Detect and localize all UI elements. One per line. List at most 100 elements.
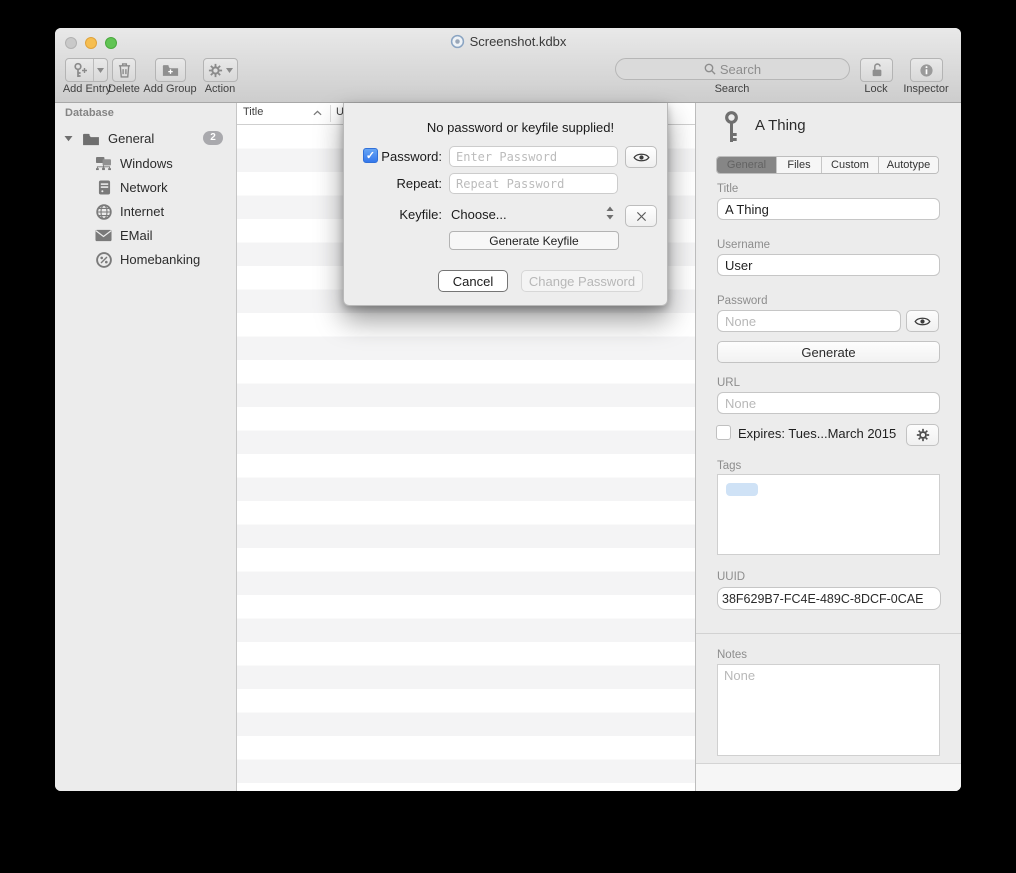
- generate-keyfile-button[interactable]: Generate Keyfile: [449, 231, 619, 250]
- clear-keyfile-button[interactable]: [625, 205, 657, 227]
- search-icon: [704, 63, 716, 75]
- change-password-button[interactable]: Change Password: [521, 270, 643, 292]
- tags-field[interactable]: [717, 474, 940, 555]
- add-entry-button[interactable]: [65, 58, 108, 82]
- action-button[interactable]: [203, 58, 238, 82]
- url-field-label: URL: [717, 377, 740, 389]
- divider: [696, 633, 961, 634]
- lock-label: Lock: [864, 83, 887, 95]
- folder-icon: [82, 132, 100, 146]
- gear-icon: [916, 428, 930, 442]
- eye-icon: [914, 316, 931, 327]
- add-entry-label: Add Entry: [63, 83, 111, 95]
- sidebar-item-label: Internet: [120, 204, 164, 219]
- password-field-label: Password: [717, 295, 768, 307]
- stepper-icon[interactable]: [606, 206, 614, 220]
- delete-label: Delete: [108, 83, 140, 95]
- sidebar-item-internet[interactable]: Internet: [55, 200, 236, 223]
- password-label: Password:: [364, 149, 442, 164]
- tab-custom[interactable]: Custom: [822, 157, 879, 173]
- app-window: Screenshot.kdbx Add Entry Delete Add: [55, 28, 961, 791]
- folder-plus-icon: [162, 63, 179, 77]
- inspector-footer: [696, 763, 961, 791]
- add-group-button[interactable]: [155, 58, 186, 82]
- sidebar-item-label: Homebanking: [120, 252, 200, 267]
- repeat-password-input[interactable]: [449, 173, 618, 194]
- chevron-down-icon: [226, 68, 233, 73]
- percent-icon: [95, 252, 112, 268]
- trash-icon: [118, 62, 131, 78]
- tab-files[interactable]: Files: [777, 157, 822, 173]
- search-label: Search: [715, 83, 750, 95]
- window-chrome: Screenshot.kdbx Add Entry Delete Add: [55, 28, 961, 103]
- title-field-label: Title: [717, 183, 738, 195]
- padlock-icon: [870, 62, 884, 78]
- windows-network-icon: [95, 156, 112, 171]
- url-field[interactable]: [717, 392, 940, 414]
- reveal-password-button[interactable]: [625, 146, 657, 168]
- tag-pill[interactable]: [726, 483, 758, 496]
- disclosure-triangle-icon[interactable]: [64, 135, 73, 142]
- uuid-field[interactable]: [717, 587, 941, 610]
- inspector-tabs: General Files Custom Autotype: [716, 156, 939, 174]
- globe-icon: [95, 204, 112, 220]
- change-password-sheet: No password or keyfile supplied! Passwor…: [343, 103, 668, 306]
- inspector-panel: A Thing General Files Custom Autotype Ti…: [695, 103, 961, 791]
- sidebar-item-email[interactable]: EMail: [55, 224, 236, 247]
- expires-checkbox[interactable]: [716, 425, 731, 440]
- sidebar-item-general[interactable]: General 2: [55, 127, 236, 150]
- tab-autotype[interactable]: Autotype: [879, 157, 938, 173]
- chevron-down-icon[interactable]: [94, 68, 107, 73]
- column-divider[interactable]: [330, 105, 331, 122]
- tab-general[interactable]: General: [717, 157, 777, 173]
- sidebar-item-label: EMail: [120, 228, 153, 243]
- password-field[interactable]: [717, 310, 901, 332]
- enter-password-input[interactable]: [449, 146, 618, 167]
- username-field-label: Username: [717, 239, 770, 251]
- entry-title: A Thing: [755, 117, 806, 134]
- document-icon: [450, 34, 465, 49]
- notes-label: Notes: [717, 649, 747, 661]
- action-label: Action: [205, 83, 236, 95]
- generate-password-button[interactable]: Generate: [717, 341, 940, 363]
- sidebar-item-windows[interactable]: Windows: [55, 152, 236, 175]
- column-header-title[interactable]: Title: [243, 106, 263, 118]
- gear-icon: [208, 63, 223, 78]
- repeat-label: Repeat:: [364, 176, 442, 191]
- cancel-button[interactable]: Cancel: [438, 270, 508, 292]
- delete-button[interactable]: [112, 58, 136, 82]
- key-plus-icon: [66, 62, 93, 79]
- reveal-password-button[interactable]: [906, 310, 939, 332]
- window-title: Screenshot.kdbx: [470, 34, 567, 49]
- sidebar-section-header: Database: [65, 107, 114, 119]
- sidebar-item-homebanking[interactable]: Homebanking: [55, 248, 236, 271]
- titlebar: Screenshot.kdbx: [55, 34, 961, 49]
- key-icon: [724, 111, 739, 144]
- uuid-label: UUID: [717, 571, 745, 583]
- keyfile-popup[interactable]: Choose...: [451, 207, 507, 222]
- expires-settings-button[interactable]: [906, 424, 939, 446]
- expires-label: Expires: Tues...March 2015: [738, 426, 896, 441]
- sidebar-item-network[interactable]: Network: [55, 176, 236, 199]
- info-icon: [919, 63, 934, 78]
- keyfile-label: Keyfile:: [364, 207, 442, 222]
- server-icon: [96, 180, 112, 195]
- add-group-label: Add Group: [143, 83, 196, 95]
- inspector-button[interactable]: [910, 58, 943, 82]
- eye-icon: [633, 152, 650, 163]
- tags-label: Tags: [717, 460, 741, 472]
- sheet-message: No password or keyfile supplied!: [384, 120, 657, 135]
- sidebar-item-label: Network: [120, 180, 168, 195]
- notes-field[interactable]: [717, 664, 940, 756]
- envelope-icon: [95, 229, 112, 242]
- title-field[interactable]: [717, 198, 940, 220]
- search-input[interactable]: Search: [615, 58, 850, 80]
- close-x-icon: [636, 211, 647, 222]
- lock-button[interactable]: [860, 58, 893, 82]
- search-placeholder: Search: [720, 62, 761, 77]
- sidebar-item-label: General: [108, 131, 154, 146]
- sort-ascending-icon: [313, 110, 322, 116]
- sidebar-item-label: Windows: [120, 156, 173, 171]
- sidebar: Database General 2 Windows Network: [55, 103, 237, 791]
- username-field[interactable]: [717, 254, 940, 276]
